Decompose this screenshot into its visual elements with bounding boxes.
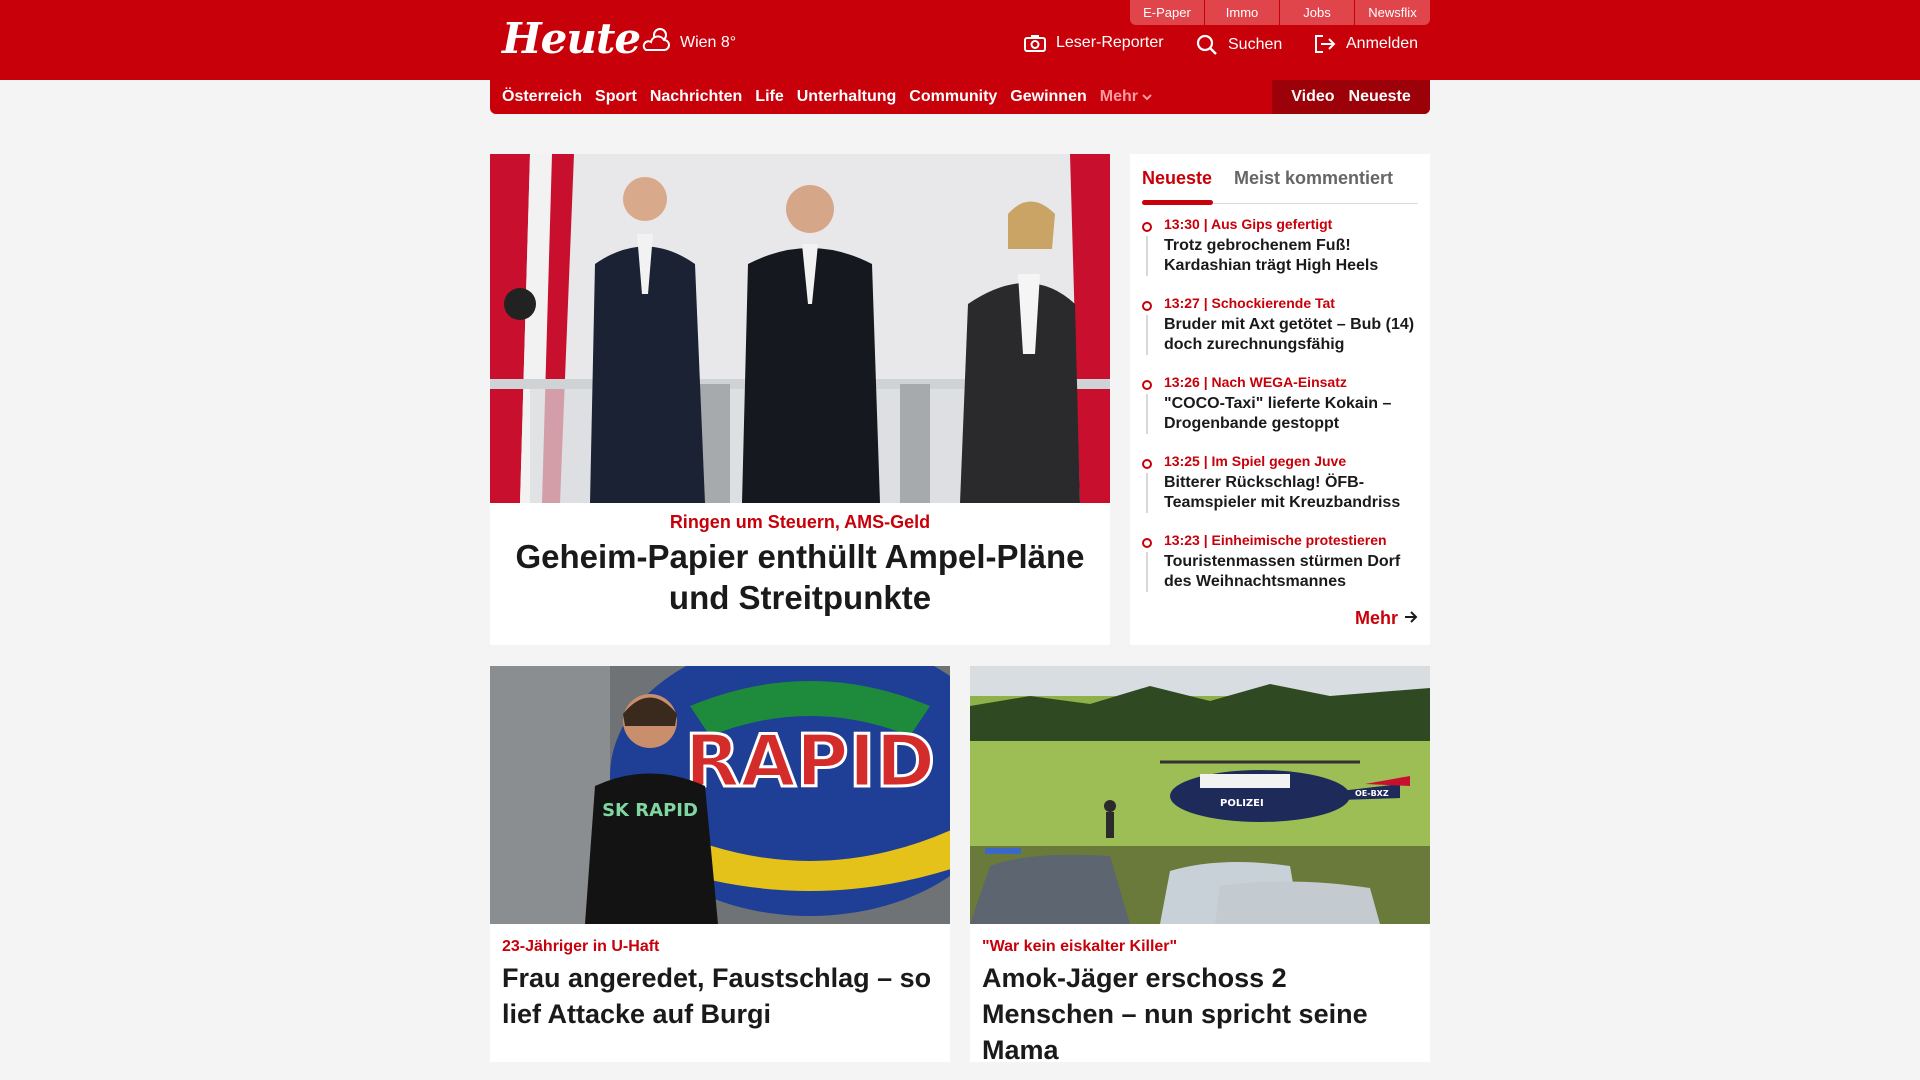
news-title[interactable]: Bruder mit Axt getötet – Bub (14) doch z…: [1164, 315, 1426, 355]
nav-item-unterhaltung[interactable]: Unterhaltung: [797, 88, 897, 106]
hero-headline[interactable]: Geheim-Papier enthüllt Ampel-Pläne und S…: [510, 536, 1090, 618]
article-headline[interactable]: Amok-Jäger erschoss 2 Menschen – nun spr…: [982, 960, 1422, 1068]
service-link-newsflix[interactable]: Newsflix: [1355, 0, 1430, 25]
nav-item-video[interactable]: Video: [1291, 88, 1334, 106]
timeline-dot: [1142, 301, 1152, 311]
news-title[interactable]: "COCO-Taxi" lieferte Kokain – Drogenband…: [1164, 394, 1426, 434]
service-link-jobs[interactable]: Jobs: [1280, 0, 1355, 25]
sidebar-more-label: Mehr: [1354, 608, 1398, 628]
news-title[interactable]: Touristenmassen stürmen Dorf des Weihnac…: [1164, 552, 1426, 592]
top-header: [0, 0, 1920, 80]
news-meta: 13:26 | Nach WEGA-Einsatz: [1164, 374, 1347, 390]
leser-reporter-button[interactable]: Leser-Reporter: [1024, 34, 1164, 52]
timeline-dot: [1142, 538, 1152, 548]
sidebar-tabs: Neueste Meist kommentiert: [1142, 162, 1418, 205]
sidebar-more-link[interactable]: Mehr: [1355, 608, 1418, 629]
main-nav: Österreich Sport Nachrichten Life Unterh…: [490, 80, 1430, 114]
search-icon: [1196, 34, 1218, 56]
news-meta: 13:23 | Einheimische protestieren: [1164, 532, 1387, 548]
article-image: RAPID SK RAPID: [490, 666, 950, 924]
nav-item-neueste[interactable]: Neueste: [1349, 88, 1411, 106]
registration-text: OE-BXZ: [1355, 789, 1389, 798]
nav-item-sport[interactable]: Sport: [595, 88, 637, 106]
login-label: Anmelden: [1346, 35, 1419, 52]
timeline-dot: [1142, 459, 1152, 469]
timeline-dot: [1142, 380, 1152, 390]
service-link-epaper[interactable]: E-Paper: [1130, 0, 1205, 25]
arrow-right-icon: [1404, 608, 1418, 629]
hero-article[interactable]: Ringen um Steuern, AMS-Geld Geheim-Papie…: [490, 154, 1110, 645]
active-tab-indicator: [1142, 200, 1213, 205]
search-button[interactable]: Suchen: [1196, 34, 1282, 56]
camera-icon: [1024, 34, 1046, 52]
hero-kicker: Ringen um Steuern, AMS-Geld: [669, 512, 931, 532]
heli-text: POLIZEI: [1220, 798, 1264, 809]
nav-more-dropdown[interactable]: Mehr: [1100, 88, 1152, 106]
weather-label: Wien 8°: [680, 33, 737, 51]
news-title[interactable]: Bitterer Rückschlag! ÖFB-Teamspieler mit…: [1164, 473, 1426, 513]
login-icon: [1314, 34, 1336, 54]
nav-item-life[interactable]: Life: [755, 88, 783, 106]
article-card[interactable]: RAPID SK RAPID 23-Jähriger in U-Haft Fra…: [490, 666, 950, 1062]
article-image: POLIZEI OE-BXZ: [970, 666, 1430, 924]
hero-image: [490, 154, 1110, 503]
shirt-text: SK RAPID: [602, 800, 698, 821]
nav-item-oesterreich[interactable]: Österreich: [502, 88, 582, 106]
search-label: Suchen: [1228, 36, 1283, 53]
news-meta: 13:30 | Aus Gips gefertigt: [1164, 216, 1333, 232]
news-meta: 13:25 | Im Spiel gegen Juve: [1164, 453, 1347, 469]
service-links: E-Paper Immo Jobs Newsflix: [1130, 0, 1430, 25]
latest-news-sidebar: Neueste Meist kommentiert 13:30 | Aus Gi…: [1130, 154, 1430, 645]
nav-item-gewinnen[interactable]: Gewinnen: [1010, 88, 1086, 106]
news-meta: 13:27 | Schockierende Tat: [1164, 295, 1335, 311]
article-kicker: "War kein eiskalter Killer": [982, 938, 1178, 955]
nav-more-label: Mehr: [1099, 88, 1138, 105]
rapid-wall-text: RAPID: [685, 719, 936, 803]
timeline-dot: [1142, 222, 1152, 232]
service-link-immo[interactable]: Immo: [1205, 0, 1280, 25]
heute-logo[interactable]: Heute: [502, 14, 641, 63]
article-kicker: 23-Jähriger in U-Haft: [502, 938, 660, 955]
nav-item-nachrichten[interactable]: Nachrichten: [650, 88, 742, 106]
nav-highlights: Video Neueste: [1272, 80, 1430, 114]
article-headline[interactable]: Frau angeredet, Faustschlag – so lief At…: [502, 960, 942, 1032]
nav-item-community[interactable]: Community: [909, 88, 997, 106]
login-button[interactable]: Anmelden: [1314, 34, 1418, 54]
article-card[interactable]: POLIZEI OE-BXZ "War kein eiskalter Kille…: [970, 666, 1430, 1065]
weather-widget[interactable]: Wien 8°: [640, 26, 736, 59]
tab-meist-kommentiert[interactable]: Meist kommentiert: [1234, 168, 1393, 189]
cloud-sun-icon: [640, 26, 672, 59]
news-title[interactable]: Trotz gebrochenem Fuß! Kardashian trägt …: [1164, 236, 1426, 276]
leser-reporter-label: Leser-Reporter: [1056, 34, 1164, 51]
tab-neueste[interactable]: Neueste: [1142, 168, 1212, 189]
chevron-down-icon: [1142, 88, 1152, 106]
